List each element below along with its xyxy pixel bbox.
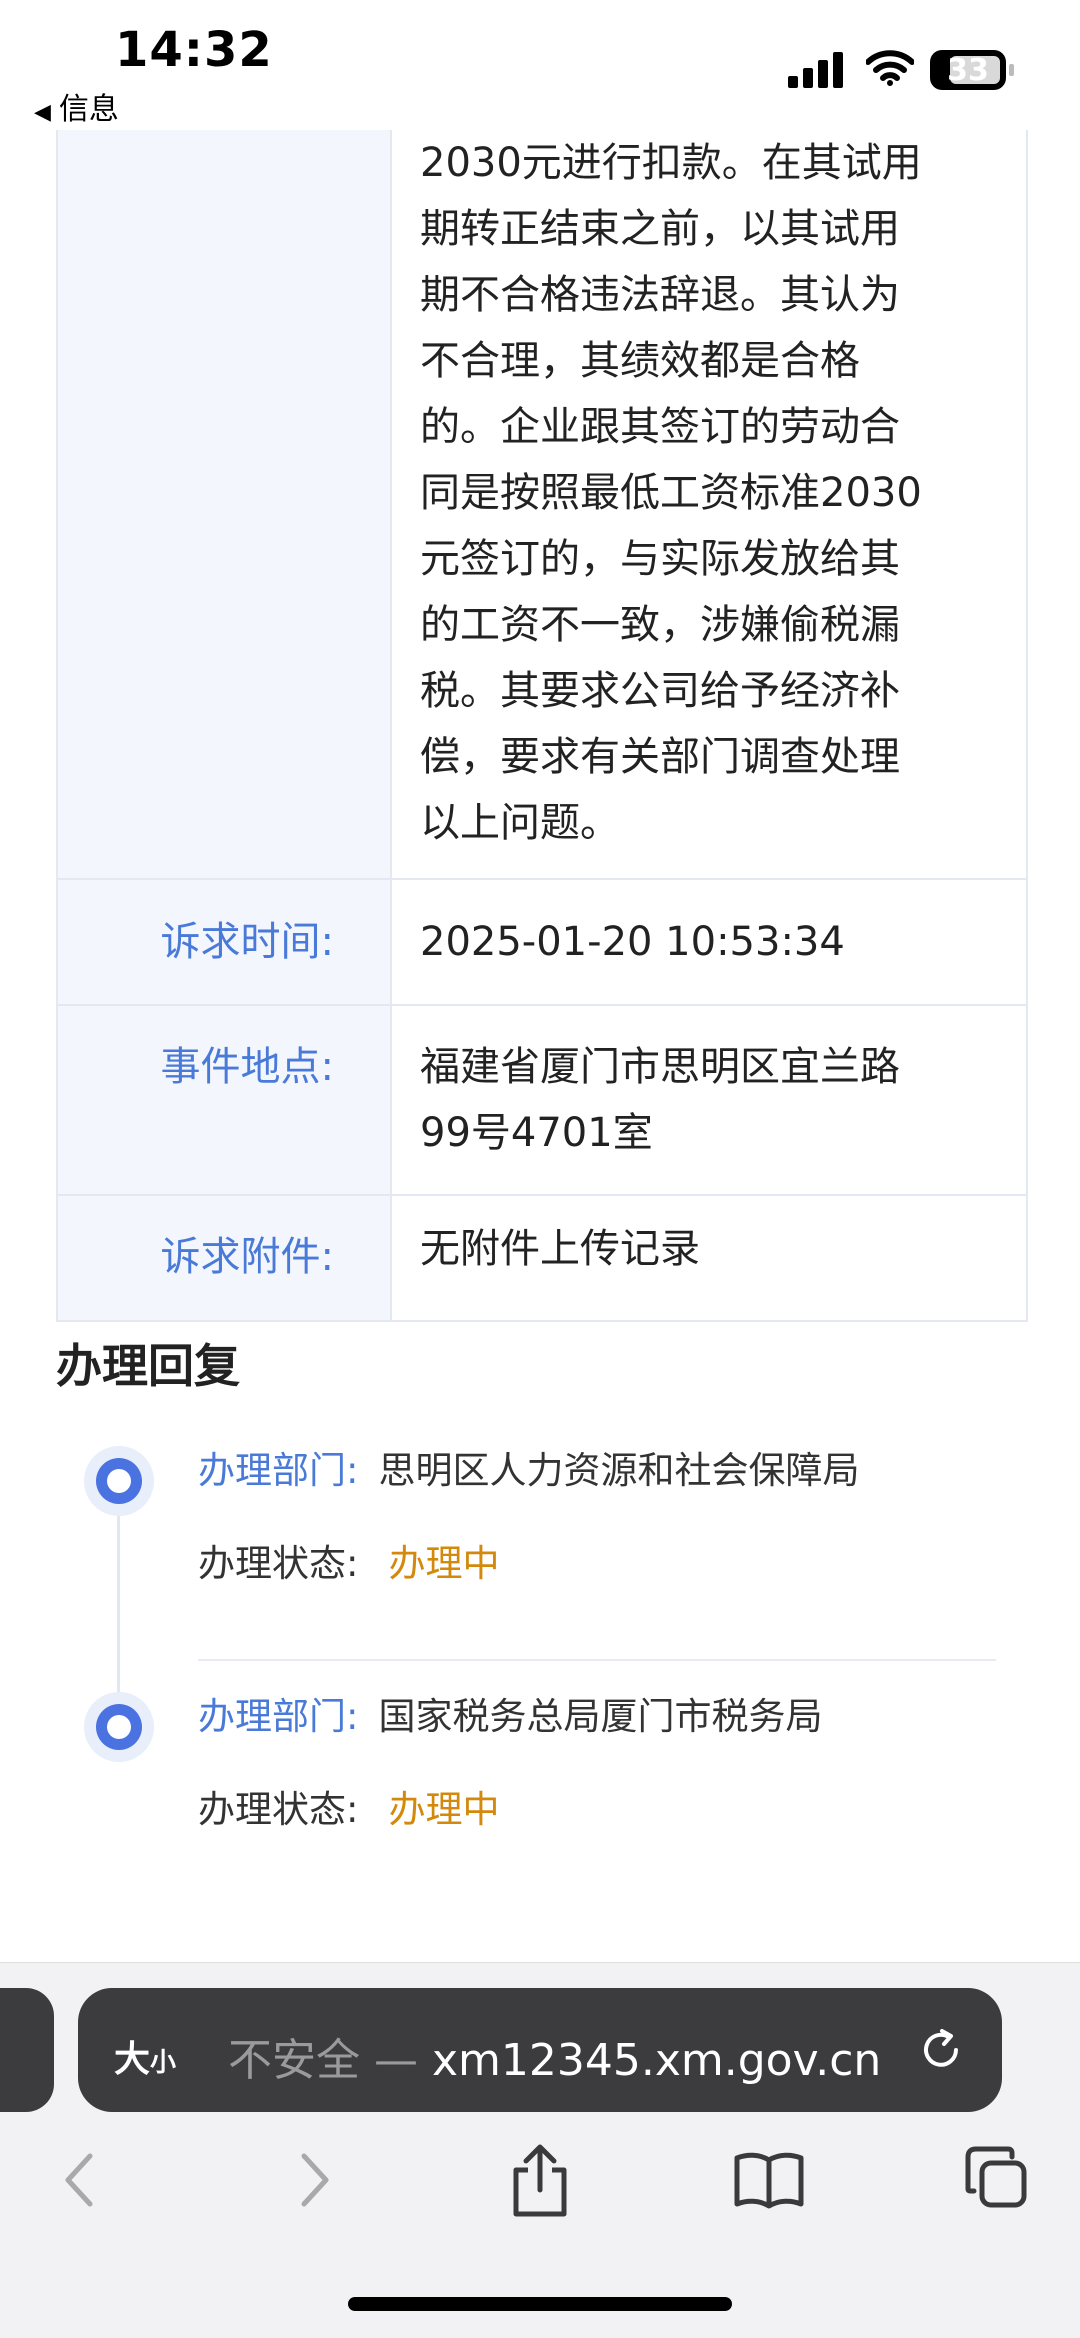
share-icon[interactable] bbox=[508, 2142, 572, 2218]
content-label-cell bbox=[58, 130, 392, 878]
back-to-app-link[interactable]: ◀ 信息 bbox=[34, 84, 119, 128]
status-value: 办理中 bbox=[388, 1788, 500, 1831]
content-line: 期不合格违法辞退。其认为 bbox=[420, 272, 900, 318]
url-domain: xm12345.xm.gov.cn bbox=[432, 2035, 882, 2086]
forward-icon[interactable] bbox=[294, 2150, 334, 2210]
content-line: 不合理，其绩效都是合格 bbox=[420, 338, 860, 384]
handling-dept-line: 办理部门: 思明区人力资源和社会保障局 bbox=[198, 1440, 859, 1494]
wifi-icon bbox=[866, 50, 914, 86]
attachment-value: 无附件上传记录 bbox=[420, 1226, 700, 1272]
text-size-small: 小 bbox=[150, 2048, 177, 2078]
complaint-time-row: 诉求时间: 2025-01-20 10:53:34 bbox=[58, 880, 1026, 1006]
insecure-label: 不安全 — bbox=[228, 2035, 418, 2086]
back-app-label: 信息 bbox=[58, 92, 119, 127]
status-label: 办理状态: bbox=[198, 1542, 359, 1585]
previous-tab-peek[interactable] bbox=[0, 1988, 54, 2112]
dept-name: 国家税务总局厦门市税务局 bbox=[378, 1695, 823, 1738]
dept-name: 思明区人力资源和社会保障局 bbox=[378, 1449, 860, 1492]
event-place-row: 事件地点: 福建省厦门市思明区宜兰路 99号4701室 bbox=[58, 1006, 1026, 1196]
place-line: 99号4701室 bbox=[420, 1110, 653, 1156]
status-value: 办理中 bbox=[388, 1542, 500, 1585]
status-time: 14:32 bbox=[115, 22, 273, 78]
complaint-info-table: 2030元进行扣款。在其试用 期转正结束之前，以其试用 期不合格违法辞退。其认为… bbox=[56, 130, 1028, 1322]
battery-level: 33 bbox=[947, 53, 989, 88]
handling-status-line: 办理状态: 办理中 bbox=[198, 1779, 499, 1833]
complaint-content: 2030元进行扣款。在其试用 期转正结束之前，以其试用 期不合格违法辞退。其认为… bbox=[392, 130, 1026, 878]
content-line: 同是按照最低工资标准2030 bbox=[420, 470, 922, 516]
place-line: 福建省厦门市思明区宜兰路 bbox=[420, 1044, 900, 1090]
content-line: 偿，要求有关部门调查处理 bbox=[420, 734, 900, 780]
content-line: 期转正结束之前，以其试用 bbox=[420, 206, 900, 252]
timeline-node-icon bbox=[84, 1692, 154, 1762]
content-line: 税。其要求公司给予经济补 bbox=[420, 668, 900, 714]
home-indicator[interactable] bbox=[348, 2297, 732, 2311]
text-size-button[interactable]: 大小 bbox=[114, 2030, 176, 2082]
handling-reply-title: 办理回复 bbox=[56, 1339, 240, 1393]
tabs-icon[interactable] bbox=[964, 2145, 1030, 2211]
url-text[interactable]: 不安全 — xm12345.xm.gov.cn bbox=[228, 2024, 881, 2088]
attachment-label: 诉求附件: bbox=[58, 1196, 392, 1320]
back-triangle-icon: ◀ bbox=[34, 100, 51, 125]
back-icon[interactable] bbox=[60, 2150, 100, 2210]
time-value: 2025-01-20 10:53:34 bbox=[420, 919, 845, 965]
dept-label: 办理部门: bbox=[198, 1695, 359, 1738]
handling-status-line: 办理状态: 办理中 bbox=[198, 1533, 499, 1587]
dept-label: 办理部门: bbox=[198, 1449, 359, 1492]
complaint-content-row: 2030元进行扣款。在其试用 期转正结束之前，以其试用 期不合格违法辞退。其认为… bbox=[58, 130, 1026, 880]
place-value: 福建省厦门市思明区宜兰路 99号4701室 bbox=[392, 1006, 1026, 1194]
content-line: 以上问题。 bbox=[420, 800, 620, 846]
bookmarks-icon[interactable] bbox=[733, 2150, 805, 2210]
content-line: 的。企业跟其签订的劳动合 bbox=[420, 404, 900, 450]
status-label: 办理状态: bbox=[198, 1788, 359, 1831]
handling-dept-line: 办理部门: 国家税务总局厦门市税务局 bbox=[198, 1686, 822, 1740]
timeline-node-icon bbox=[84, 1446, 154, 1516]
place-label: 事件地点: bbox=[58, 1006, 392, 1194]
battery-icon: 33 bbox=[930, 50, 1014, 90]
cellular-signal-icon bbox=[788, 52, 844, 88]
attachment-row: 诉求附件: 无附件上传记录 bbox=[58, 1196, 1026, 1322]
content-line: 的工资不一致，涉嫌偷税漏 bbox=[420, 602, 900, 648]
time-label: 诉求时间: bbox=[58, 880, 392, 1004]
reload-icon[interactable] bbox=[918, 2027, 964, 2073]
content-line: 2030元进行扣款。在其试用 bbox=[420, 140, 922, 186]
content-line: 元签订的，与实际发放给其 bbox=[420, 536, 900, 582]
status-bar: 14:32 ◀ 信息 33 bbox=[0, 0, 1080, 130]
text-size-big: 大 bbox=[114, 2039, 151, 2080]
item-divider bbox=[198, 1659, 996, 1661]
